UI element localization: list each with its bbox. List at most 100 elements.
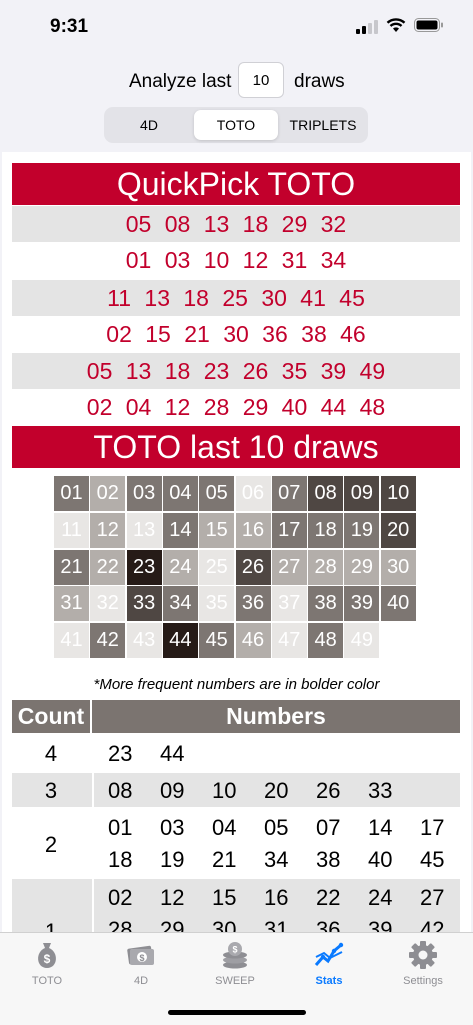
heatmap-cell: 25 xyxy=(199,549,235,585)
heatmap-cell: 29 xyxy=(344,549,380,585)
row-number: 01 xyxy=(108,815,133,840)
tab-label: 4D xyxy=(133,975,149,987)
heatmap-note: *More frequent numbers are in bolder col… xyxy=(93,676,380,693)
segment-4d[interactable]: 4D xyxy=(107,110,191,140)
quickpick-row: 05 08 13 18 29 32 xyxy=(12,206,460,242)
count-header: Count xyxy=(12,700,90,733)
gear-icon xyxy=(409,941,437,969)
heatmap-cell: 33 xyxy=(126,586,162,622)
money-bag-icon: $ xyxy=(38,943,56,968)
quickpick-row: 01 03 10 12 31 34 xyxy=(125,247,347,273)
heatmap-cell: 17 xyxy=(271,512,307,548)
svg-text:$: $ xyxy=(139,953,144,963)
row-number: 44 xyxy=(160,741,185,766)
draws-count-input[interactable] xyxy=(238,62,284,98)
segment-toto[interactable]: TOTO xyxy=(194,110,278,140)
quickpick-title: QuickPick TOTO xyxy=(12,163,460,205)
cash-icon: $ xyxy=(127,945,154,965)
heatmap-cell: 40 xyxy=(380,586,416,622)
heatmap-cell: 05 xyxy=(199,476,235,511)
heatmap-cell: 31 xyxy=(54,586,89,622)
tab-4d[interactable]: $ 4D xyxy=(94,939,188,987)
tab-stats[interactable]: Stats xyxy=(282,939,376,987)
row-number: 15 xyxy=(212,885,237,910)
numbers-header: Numbers xyxy=(92,700,460,733)
heatmap-cell: 10 xyxy=(380,476,416,511)
heatmap-cell: 09 xyxy=(344,476,380,511)
row-number: 39 xyxy=(368,917,393,932)
heatmap-cell: 39 xyxy=(344,586,380,622)
row-number: 45 xyxy=(420,847,445,872)
row-number: 33 xyxy=(368,778,393,803)
row-number: 10 xyxy=(212,778,237,803)
game-segmented-control: 4D TOTO TRIPLETS xyxy=(104,107,368,143)
heatmap-cell: 27 xyxy=(271,549,307,585)
heatmap-cell: 15 xyxy=(199,512,235,548)
table-row: 1 02 12 15 16 22 24 27 28 29 30 31 36 39… xyxy=(12,879,460,932)
row-number: 27 xyxy=(420,885,445,910)
heatmap-cell: 37 xyxy=(271,586,307,622)
row-number: 22 xyxy=(316,885,341,910)
heatmap-cell: 02 xyxy=(90,476,126,511)
quickpick-row: 02 15 21 30 36 38 46 xyxy=(106,321,366,347)
chart-icon xyxy=(314,942,344,966)
heatmap-cell: 47 xyxy=(271,623,307,659)
tab-settings[interactable]: Settings xyxy=(376,939,470,987)
tab-sweep[interactable]: $ SWEEP xyxy=(188,939,282,987)
stats-content[interactable]: QuickPick TOTO 05 08 13 18 29 32 01 03 1… xyxy=(2,152,471,932)
row-number: 28 xyxy=(108,917,133,932)
quickpick-row: 11 13 18 25 30 41 45 xyxy=(12,280,460,316)
home-indicator xyxy=(168,1010,306,1015)
tab-toto[interactable]: $ TOTO xyxy=(0,939,94,987)
heatmap-cell: 06 xyxy=(235,476,271,511)
segment-triplets[interactable]: TRIPLETS xyxy=(281,110,365,140)
row-number: 08 xyxy=(108,778,133,803)
tab-label: Settings xyxy=(403,975,443,987)
heatmap-cell: 30 xyxy=(380,549,416,585)
row-number: 24 xyxy=(368,885,393,910)
heatmap-cell: 16 xyxy=(235,512,271,548)
row-number: 02 xyxy=(108,885,133,910)
heatmap-cell: 08 xyxy=(308,476,344,511)
status-time: 9:31 xyxy=(50,16,89,37)
heatmap-cell: 26 xyxy=(235,549,271,585)
heatmap-cell: 43 xyxy=(126,623,162,659)
heatmap-cell: 28 xyxy=(308,549,344,585)
row-number: 42 xyxy=(420,917,445,932)
heatmap-cell: 04 xyxy=(162,476,198,511)
row-number: 29 xyxy=(160,917,185,932)
row-number: 07 xyxy=(316,815,341,840)
table-row: 3 08 09 10 20 26 33 xyxy=(12,773,460,807)
row-number: 21 xyxy=(212,847,237,872)
heatmap-cell: 03 xyxy=(126,476,162,511)
heatmap-cell: 13 xyxy=(126,512,162,548)
row-number: 14 xyxy=(368,815,393,840)
row-number: 26 xyxy=(316,778,341,803)
row-count: 2 xyxy=(44,832,58,857)
row-number: 16 xyxy=(264,885,289,910)
heatmap-cell: 36 xyxy=(235,586,271,622)
heatmap-cell: 42 xyxy=(90,623,126,659)
row-number: 30 xyxy=(212,917,237,932)
row-number: 20 xyxy=(264,778,289,803)
row-count: 4 xyxy=(44,741,58,766)
row-number: 05 xyxy=(264,815,289,840)
tab-label: SWEEP xyxy=(215,975,255,987)
row-number: 23 xyxy=(108,741,133,766)
quickpick-row: 02 04 12 28 29 40 44 48 xyxy=(86,394,386,420)
heatmap-cell: 46 xyxy=(235,623,271,659)
heatmap-cell: 41 xyxy=(54,623,89,659)
row-number: 36 xyxy=(316,917,341,932)
analyze-suffix-label: draws xyxy=(294,71,345,92)
row-number: 40 xyxy=(368,847,393,872)
row-number: 09 xyxy=(160,778,185,803)
analyze-control: Analyze last draws xyxy=(0,62,473,100)
heatmap-cell: 49 xyxy=(344,623,380,659)
status-bar: 9:31 xyxy=(0,0,473,54)
heatmap-cell: 35 xyxy=(199,586,235,622)
heatmap-cell: 45 xyxy=(199,623,235,659)
heatmap-cell: 23 xyxy=(126,549,162,585)
heatmap-cell: 20 xyxy=(380,512,416,548)
svg-text:$: $ xyxy=(44,952,51,966)
heatmap-cell: 07 xyxy=(271,476,307,511)
